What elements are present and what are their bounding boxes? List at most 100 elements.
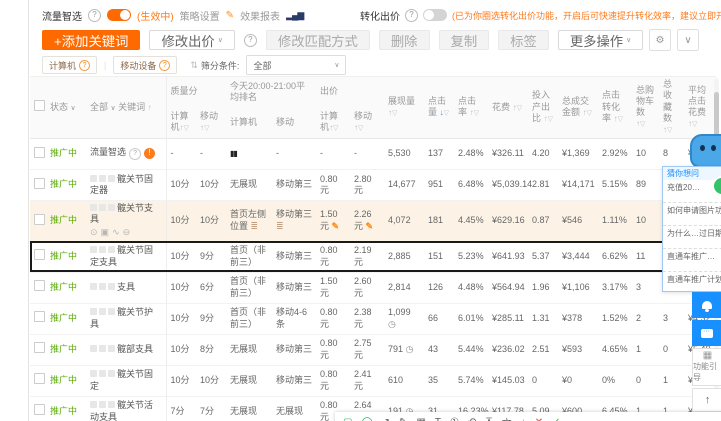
modify-bid-button[interactable]: 修改出价 ∨ — [149, 30, 235, 50]
add-keyword-button[interactable]: +添加关键词 — [42, 30, 141, 50]
translate-tool-icon[interactable]: 文 — [502, 415, 512, 421]
tag-button[interactable]: 标签 — [498, 30, 549, 50]
rank-preview-icon[interactable]: ▮▮ — [230, 149, 238, 158]
filter-funnel-icon[interactable]: ▽ — [204, 125, 209, 132]
header-cart[interactable]: 总购物车数 ↑▽ — [632, 76, 660, 139]
brush-tool-icon[interactable]: ✎ — [399, 417, 407, 421]
settings-button[interactable]: ⚙ — [649, 29, 671, 51]
bid-pc-cell[interactable]: - — [316, 138, 351, 170]
bid-mobile-cell[interactable]: 2.26元 ✎ — [350, 200, 385, 242]
bid-pc-cell[interactable]: 0.80元 — [316, 334, 351, 366]
filter-funnel-icon[interactable]: ▽ — [333, 125, 338, 132]
subheader-bid-pc[interactable]: 计算机↑▽ — [316, 107, 351, 139]
subheader-quality-mobile[interactable]: 移动↑▽ — [196, 107, 227, 139]
header-status[interactable]: 状态 ∨ — [46, 76, 86, 139]
ellipse-tool-icon[interactable]: ◯ — [361, 417, 372, 421]
select-all-checkbox[interactable] — [34, 100, 45, 112]
keyword-quick-icons[interactable] — [90, 282, 117, 292]
check-tool-icon[interactable]: ✓ — [552, 417, 560, 421]
more-actions-button[interactable]: 更多操作 ∨ — [557, 30, 644, 50]
bid-pc-cell[interactable]: 0.80元 — [316, 303, 351, 335]
filter-funnel-icon[interactable]: ▽ — [618, 116, 623, 123]
header-impressions[interactable]: 展现量 ↑▽ — [384, 76, 425, 139]
row-checkbox[interactable] — [34, 249, 45, 261]
filter-select[interactable]: 全部 ∨ — [246, 55, 347, 75]
rank-list-icon[interactable]: ≣ — [251, 221, 259, 231]
report-link[interactable]: 效果报表 — [240, 8, 280, 23]
help-icon[interactable]: ? — [88, 8, 101, 22]
filter-funnel-icon[interactable]: ▽ — [184, 125, 189, 132]
bid-mobile-cell[interactable]: 2.75元 — [350, 334, 385, 366]
row-checkbox[interactable] — [34, 311, 45, 323]
keyword-label[interactable]: 髋部支具 — [117, 344, 153, 354]
bid-mobile-cell[interactable]: 2.41元 — [350, 365, 385, 397]
keyword-quick-icons[interactable] — [90, 203, 117, 213]
convert-toggle[interactable] — [423, 9, 447, 21]
header-cost[interactable]: 花费 ↑▽ — [488, 76, 529, 139]
text-tool-icon[interactable]: T — [435, 417, 441, 421]
add-icon[interactable]: ▣ — [101, 227, 113, 237]
row-checkbox[interactable] — [34, 213, 45, 225]
assistant-mascot[interactable] — [690, 134, 721, 168]
flow-toggle[interactable] — [107, 9, 131, 21]
header-cvr[interactable]: 点击转化率 ↑▽ — [598, 76, 633, 139]
bid-pc-cell[interactable]: 0.80元 — [316, 365, 351, 397]
bid-pc-cell[interactable]: 1.50元 ✎ — [316, 200, 351, 242]
rect-tool-icon[interactable]: ▢ — [343, 417, 352, 421]
bid-mobile-cell[interactable]: - — [350, 138, 385, 170]
delay-icon[interactable]: ◷ — [406, 344, 414, 354]
close-tool-icon[interactable]: ✕ — [535, 417, 543, 421]
help-question-item[interactable]: 如何申请图片功能 — [663, 203, 721, 226]
tab-pc[interactable]: 计算机? — [42, 56, 98, 74]
bid-mobile-cell[interactable]: 2.60元 — [350, 272, 385, 304]
keyword-quick-icons[interactable] — [90, 369, 117, 379]
delete-button[interactable]: 删除 — [378, 30, 430, 50]
filter-funnel-icon[interactable]: ▽ — [587, 110, 592, 117]
chat-button[interactable]: ··· — [692, 320, 721, 346]
modify-match-button[interactable]: 修改匹配方式 — [265, 30, 370, 50]
bid-mobile-cell[interactable]: 2.38元 — [350, 303, 385, 335]
filter-funnel-icon[interactable]: ▽ — [474, 110, 479, 117]
copy-button[interactable]: 复制 — [438, 30, 490, 50]
header-gmv[interactable]: 总成交金额 ↑▽ — [558, 76, 599, 139]
filter-funnel-icon[interactable]: ▽ — [392, 110, 397, 117]
help-icon[interactable]: ? — [243, 33, 257, 47]
sort-icon[interactable]: ↑ — [148, 103, 152, 112]
back-to-top-button[interactable]: ↑ — [692, 388, 721, 412]
help-question-item[interactable]: 直通车推广计划? — [663, 272, 721, 291]
help-question-item[interactable]: 为什么…过日期 — [663, 226, 721, 249]
serial-tool-icon[interactable]: ① — [450, 417, 459, 421]
filter-funnel-icon[interactable]: ▽ — [358, 125, 363, 132]
header-keyword[interactable]: 全部 ∨ 关键词 ↑ — [86, 76, 167, 139]
bid-pc-cell[interactable]: 1.50元 — [316, 272, 351, 304]
notification-button[interactable] — [692, 292, 721, 318]
filter-funnel-icon[interactable]: ▽ — [444, 110, 449, 117]
help-question-item[interactable]: 直通车推广… — [663, 249, 721, 272]
download-tool-icon[interactable]: ↓ — [521, 417, 526, 421]
tab-mobile[interactable]: 移动设备? — [113, 56, 178, 74]
keyword-label[interactable]: 支具 — [117, 282, 135, 292]
filter-funnel-icon[interactable]: ▽ — [692, 121, 697, 128]
feature-guide-button[interactable]: ▦ 功能引导 — [692, 348, 721, 386]
row-checkbox[interactable] — [34, 342, 45, 354]
help-icon[interactable]: ? — [129, 148, 142, 161]
delay-icon[interactable]: ◷ — [388, 319, 396, 329]
row-checkbox[interactable] — [34, 146, 45, 158]
filter-funnel-icon[interactable]: ▽ — [640, 121, 645, 128]
bid-mobile-cell[interactable]: 2.80元 — [350, 169, 385, 201]
strategy-settings-link[interactable]: 策略设置 — [180, 8, 220, 23]
edit-bid-icon[interactable]: ✎ — [332, 221, 340, 231]
arrow-tool-icon[interactable]: ↗ — [382, 417, 390, 421]
trend-icon[interactable]: ∿ — [112, 227, 123, 237]
filter-funnel-icon[interactable]: ▽ — [517, 105, 522, 112]
keyword-quick-icons[interactable] — [90, 174, 117, 184]
collapse-button[interactable]: ∨ — [677, 29, 699, 51]
bid-pc-cell[interactable]: 0.80元 — [316, 241, 351, 273]
header-ctr[interactable]: 点击率 ↑▽ — [454, 76, 489, 139]
header-clicks[interactable]: 点击量 ↓▽ — [424, 76, 455, 139]
row-checkbox[interactable] — [34, 373, 45, 385]
remove-icon[interactable]: ⊖ — [123, 227, 134, 237]
filter-funnel-icon[interactable]: ▽ — [548, 116, 553, 123]
rank-list-icon[interactable]: ≣ — [276, 221, 284, 231]
mosaic-tool-icon[interactable]: ▦ — [416, 417, 425, 421]
